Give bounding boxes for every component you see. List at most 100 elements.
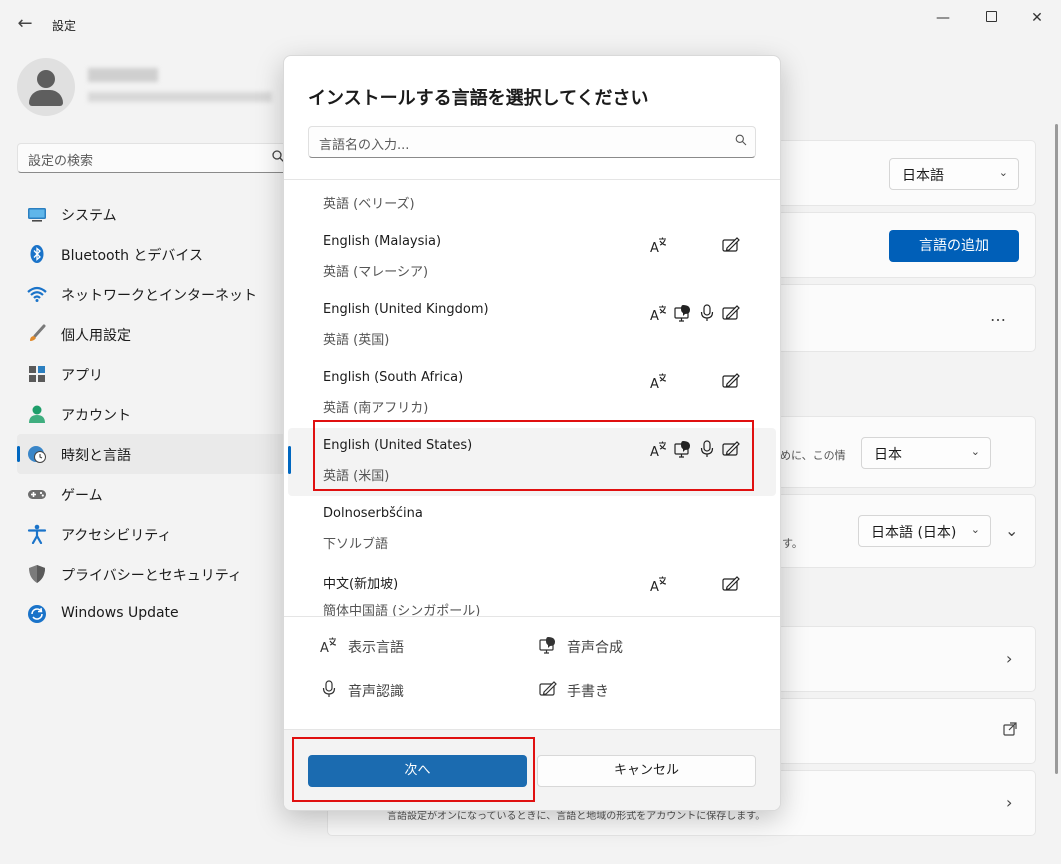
language-name-jp: 英語 (マレーシア)	[323, 265, 429, 280]
sidebar-item-personalization[interactable]: 個人用設定	[17, 314, 289, 354]
sidebar-item-accounts[interactable]: アカウント	[17, 394, 289, 434]
display-language-icon: A	[650, 441, 667, 458]
gamepad-icon	[28, 490, 46, 499]
user-name-blurred	[88, 68, 158, 82]
sidebar-nav: システム Bluetooth とデバイス ネットワークとインターネット 個人用設…	[17, 194, 289, 634]
sidebar-item-label: システム	[61, 208, 117, 224]
apps-icon	[29, 366, 45, 382]
close-button[interactable]: ✕	[1014, 6, 1060, 30]
sidebar-item-gaming[interactable]: ゲーム	[17, 474, 289, 514]
window-title: 設定	[52, 19, 77, 33]
region-value: 日本	[874, 447, 902, 463]
legend-label: 表示言語	[348, 640, 404, 656]
language-row[interactable]: Dolnoserbšćina 下ソルブ語	[288, 496, 776, 564]
speech-recognition-icon	[322, 680, 336, 697]
maximize-button[interactable]	[968, 6, 1014, 30]
minimize-button[interactable]: —	[920, 6, 966, 30]
legend-label: 音声認識	[348, 684, 404, 700]
speech-recognition-icon	[700, 440, 714, 457]
settings-search-input[interactable]: 設定の検索	[17, 143, 289, 173]
svg-text:A: A	[320, 641, 329, 654]
sidebar-item-time-language[interactable]: 時刻と言語	[17, 434, 289, 474]
svg-text:A: A	[650, 309, 659, 322]
sidebar-item-privacy[interactable]: プライバシーとセキュリティ	[17, 554, 289, 594]
region-dropdown[interactable]: 日本 ⌄	[861, 437, 991, 469]
chevron-down-icon: ⌄	[998, 166, 1008, 179]
sidebar-item-windows-update[interactable]: Windows Update	[17, 594, 289, 634]
next-button[interactable]: 次へ	[308, 755, 527, 787]
admin-language-card[interactable]	[740, 698, 1036, 764]
language-name-en: 中文(新加坡)	[323, 577, 399, 592]
dialog-footer: 次へ キャンセル	[284, 729, 780, 810]
display-language-icon: A	[650, 373, 667, 390]
sidebar-item-label: 個人用設定	[61, 328, 131, 344]
user-email-blurred	[88, 92, 272, 102]
language-name-en: English (United Kingdom)	[323, 302, 489, 317]
display-language-icon: A	[650, 237, 667, 254]
back-button[interactable]: ←	[14, 14, 36, 36]
handwriting-icon	[539, 681, 557, 696]
sidebar-item-label: Windows Update	[61, 605, 179, 621]
language-name-jp: 英語 (ベリーズ)	[323, 197, 415, 212]
brush-icon	[30, 324, 46, 341]
display-language-dropdown[interactable]: 日本語 ⌄	[889, 158, 1019, 190]
add-language-button[interactable]: 言語の追加	[889, 230, 1019, 262]
handwriting-icon	[722, 237, 740, 252]
language-row-selected[interactable]: English (United States) 英語 (米国) A	[288, 428, 776, 496]
language-name-en: English (United States)	[323, 438, 473, 453]
language-row[interactable]: English (United Kingdom) 英語 (英国) A	[288, 292, 776, 360]
update-icon	[28, 605, 46, 623]
language-name-jp: 下ソルブ語	[323, 537, 389, 552]
handwriting-icon	[722, 441, 740, 456]
legend-label: 音声合成	[567, 640, 623, 656]
chevron-right-icon: ›	[1006, 649, 1013, 668]
handwriting-icon	[722, 373, 740, 388]
external-link-icon	[1003, 722, 1017, 740]
display-language-icon: A	[650, 305, 667, 322]
cancel-button[interactable]: キャンセル	[537, 755, 756, 787]
chevron-down-icon: ⌄	[970, 445, 980, 458]
language-list[interactable]: 英語 (ベリーズ) English (Malaysia) 英語 (マレーシア) …	[284, 180, 780, 616]
regional-format-description-fragment: す。	[782, 537, 803, 550]
language-row[interactable]: English (Malaysia) 英語 (マレーシア) A	[288, 224, 776, 292]
language-name-en: English (Malaysia)	[323, 234, 442, 249]
avatar-body	[29, 90, 63, 106]
typing-card[interactable]	[740, 626, 1036, 692]
choose-language-dialog: インストールする言語を選択してください 言語名の入力... 英語 (ベリーズ) …	[283, 55, 781, 811]
display-language-icon: A	[320, 637, 337, 654]
sidebar-item-bluetooth[interactable]: Bluetooth とデバイス	[17, 234, 289, 274]
text-to-speech-icon	[539, 637, 555, 654]
language-row[interactable]: 英語 (ベリーズ)	[288, 180, 776, 224]
language-name-en: English (South Africa)	[323, 370, 464, 385]
regional-format-dropdown[interactable]: 日本語 (日本) ⌄	[858, 515, 991, 547]
sidebar-item-label: アプリ	[61, 368, 103, 384]
sidebar-item-label: Bluetooth とデバイス	[61, 248, 203, 264]
expand-chevron-icon[interactable]: ⌄	[1005, 521, 1018, 540]
avatar[interactable]	[17, 58, 75, 116]
sidebar-item-apps[interactable]: アプリ	[17, 354, 289, 394]
language-row[interactable]: English (South Africa) 英語 (南アフリカ) A	[288, 360, 776, 428]
language-search-input[interactable]: 言語名の入力...	[308, 126, 756, 158]
language-name-jp: 英語 (南アフリカ)	[323, 401, 429, 416]
sidebar-item-label: ネットワークとインターネット	[61, 288, 257, 304]
sidebar-item-system[interactable]: システム	[17, 194, 289, 234]
sidebar-item-label: アクセシビリティ	[61, 528, 172, 544]
handwriting-icon	[722, 305, 740, 320]
regional-format-value: 日本語 (日本)	[871, 525, 957, 541]
accessibility-icon	[27, 524, 47, 544]
svg-text:A: A	[650, 580, 659, 593]
page-scrollbar[interactable]	[1055, 124, 1058, 774]
sidebar-item-accessibility[interactable]: アクセシビリティ	[17, 514, 289, 554]
clock-globe-icon	[28, 446, 46, 463]
text-to-speech-icon	[674, 305, 690, 322]
language-row[interactable]: 中文(新加坡) 簡体中国語 (シンガポール) A	[288, 563, 776, 616]
more-options-button[interactable]: …	[990, 306, 1006, 325]
display-language-value: 日本語	[902, 168, 944, 184]
handwriting-icon	[722, 576, 740, 591]
sidebar-item-label: アカウント	[61, 408, 131, 424]
sidebar-item-network[interactable]: ネットワークとインターネット	[17, 274, 289, 314]
sidebar-item-label: 時刻と言語	[61, 448, 131, 464]
avatar-head	[37, 70, 55, 88]
title-bar: ← 設定 — ✕	[0, 0, 1061, 48]
language-name-en: Dolnoserbšćina	[323, 506, 423, 521]
